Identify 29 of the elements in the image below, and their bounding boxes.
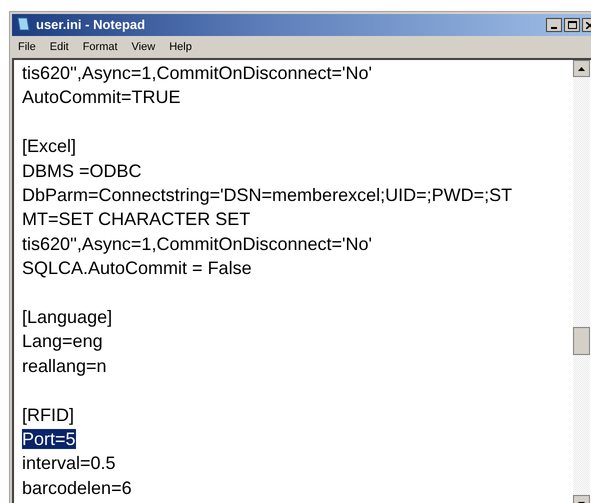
scrollbar[interactable]	[573, 60, 590, 503]
text-line: tis620'',Async=1,CommitOnDisconnect='No'	[22, 63, 372, 83]
notepad-icon	[16, 17, 30, 33]
maximize-icon	[568, 21, 576, 29]
text-line: reallang=n	[22, 356, 107, 376]
text-line: DBMS =ODBC	[22, 160, 142, 181]
minimize-button[interactable]	[546, 18, 562, 32]
text-line: interval=0.5	[22, 453, 116, 474]
menu-item[interactable]: Edit	[48, 38, 70, 56]
menu-item[interactable]: View	[130, 38, 156, 56]
menu-item[interactable]: File	[17, 38, 37, 56]
text-line: barcodelen=6	[22, 478, 132, 498]
text-line: DbParm=Connectstring='DSN=memberexcel;UID=;PWD=;ST	[22, 185, 512, 206]
text-line: SQLCA.AutoCommit = False	[22, 258, 252, 278]
text-line: [Language]	[22, 307, 112, 328]
text-line: [RFID]	[22, 404, 74, 425]
maximize-button[interactable]	[564, 18, 580, 32]
scroll-thumb[interactable]	[573, 327, 590, 355]
text-line: AutoCommit=TRUE	[22, 87, 181, 108]
menu-item[interactable]: Format	[82, 38, 119, 56]
minimize-icon	[551, 27, 557, 29]
text-line: MT=SET CHARACTER SET	[22, 209, 250, 230]
menu-item[interactable]: Help	[168, 38, 193, 56]
text-line: [Excel]	[22, 136, 76, 156]
window-title: user.ini - Notepad	[36, 16, 146, 34]
scroll-up-button[interactable]	[573, 60, 590, 77]
text-line: tis620'',Async=1,CommitOnDisconnect='No'	[22, 234, 372, 254]
text-line: Lang=eng	[22, 331, 103, 352]
up-arrow-icon	[578, 66, 585, 70]
